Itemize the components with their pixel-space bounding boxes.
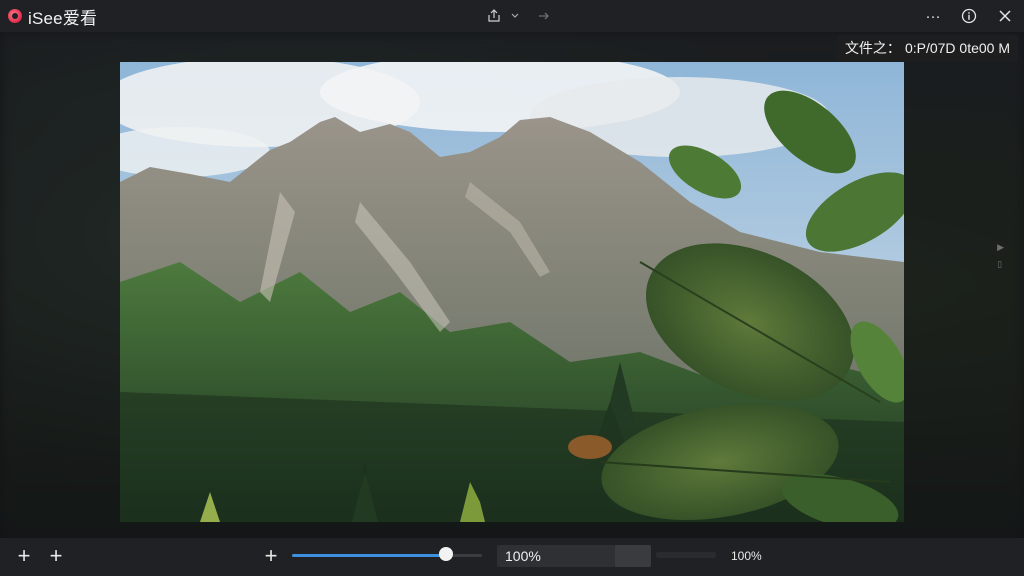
file-info-label: 文件之： [844, 40, 901, 56]
file-info-tooltip: 文件之： 0:P/07D 0te00 M [836, 35, 1018, 61]
title-bar: iSee爱看 ··· [0, 0, 1024, 32]
slider-thumb[interactable] [438, 547, 453, 561]
zoom-slider[interactable] [292, 547, 482, 561]
zoom-input-segment [615, 545, 651, 567]
close-icon [999, 10, 1011, 22]
window-controls: ··· [920, 4, 1018, 28]
info-button[interactable] [956, 4, 982, 28]
zoom-label: 100% [731, 549, 762, 563]
more-button[interactable]: ··· [920, 4, 946, 28]
add-button-2[interactable]: + [45, 545, 67, 567]
lock-icon[interactable]: ▯ [997, 259, 1004, 270]
play-icon[interactable]: ▶ [997, 242, 1004, 253]
main-photo [120, 62, 904, 522]
zoom-input[interactable]: 100% [497, 545, 651, 567]
zoom-in-button[interactable]: + [260, 545, 282, 567]
add-button-1[interactable]: + [13, 545, 35, 567]
zoom-input-value: 100% [505, 548, 541, 564]
toolbar-center [484, 6, 554, 26]
file-info-value: 0:P/07D 0te00 M [904, 40, 1010, 56]
zoom-secondary-bar[interactable] [656, 552, 716, 558]
close-button[interactable] [992, 4, 1018, 28]
chevron-down-icon[interactable] [510, 6, 520, 26]
app-title: iSee爱看 [28, 8, 98, 28]
app-logo: iSee爱看 [8, 4, 97, 29]
side-icons: ▶ ▯ [997, 242, 1004, 270]
share-icon[interactable] [484, 6, 504, 26]
info-icon [961, 8, 977, 24]
logo-icon [8, 9, 22, 23]
arrow-right-icon[interactable] [534, 6, 554, 26]
slider-fill [292, 554, 446, 557]
